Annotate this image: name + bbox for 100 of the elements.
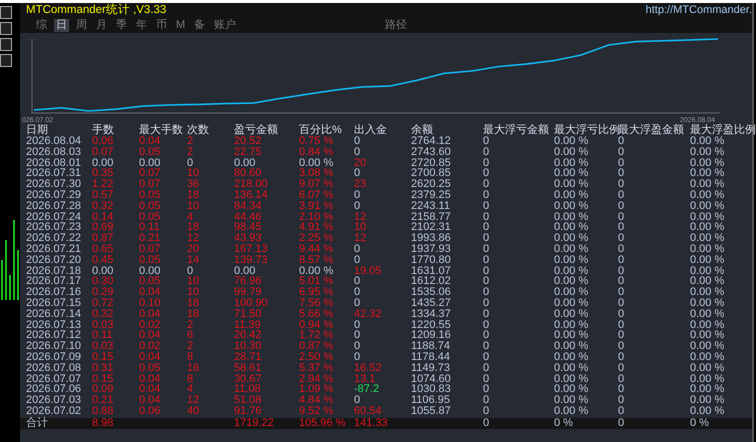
table-cell-text: 2026.08.03 xyxy=(26,146,82,158)
table-cell-text: 0.00 % xyxy=(554,158,590,168)
toolbar-icon[interactable] xyxy=(0,6,12,19)
table-cell-text: 0.45 xyxy=(92,254,114,266)
table-cell-text: 0.00 % xyxy=(690,212,726,222)
column-header: 余额 xyxy=(411,125,434,136)
table-cell-text: 4 xyxy=(187,212,194,222)
table-cell-text: 0 xyxy=(483,190,490,201)
table-cell-text: 2026.08.04 xyxy=(26,136,82,147)
table-cell-text: 0.00 % xyxy=(690,395,726,406)
table-cell-text: 0 xyxy=(354,395,360,406)
table-cell-text: 11.39 xyxy=(234,320,262,330)
table-cell-text: 2026.07.15 xyxy=(26,298,82,309)
table-cell-text: 2720.85 xyxy=(411,158,452,168)
tab[interactable]: 日 xyxy=(54,18,69,32)
website-link[interactable]: http://MTCommander. xyxy=(646,3,752,17)
table-cell-text: 0.00 % xyxy=(299,266,334,276)
table-cell-text: 0.00 % xyxy=(690,233,726,244)
table-cell-text: 9.44 % xyxy=(299,244,334,255)
table-cell-text: 0.05 xyxy=(139,146,162,158)
table-cell-text: 0 xyxy=(618,330,626,342)
column-header: 日期 xyxy=(26,125,49,136)
table-cell-text: 0.04 xyxy=(139,374,162,384)
table-cell-text: 1055.87 xyxy=(411,406,452,417)
table-cell-text: 0.00 xyxy=(92,266,114,276)
table-cell-text: 42.32 xyxy=(354,308,383,320)
table-cell-text: 0 xyxy=(483,244,490,255)
toolbar-icon[interactable] xyxy=(0,38,12,51)
table-cell-text: 0.06 xyxy=(139,406,162,417)
toolbar-icon[interactable] xyxy=(0,54,12,67)
table-cell-text: 0.00 % xyxy=(690,222,726,234)
tab[interactable]: 账户 xyxy=(212,18,238,32)
table-cell-text: 0 xyxy=(354,254,362,266)
table-cell-text: 0 xyxy=(483,384,490,396)
table-cell-text: 0.00 % xyxy=(554,395,590,406)
table-cell-text: 1.09 % xyxy=(299,384,334,396)
table-cell-text: 0 xyxy=(354,136,362,147)
table-cell-text: 8 xyxy=(187,374,194,384)
table-cell-text: 0.04 xyxy=(139,330,162,342)
table-cell-text: 0.00 % xyxy=(554,308,590,320)
toolbar-icon[interactable] xyxy=(0,22,12,35)
tab[interactable]: 路径 xyxy=(383,18,410,32)
table-cell-text: 2026.07.23 xyxy=(26,222,82,234)
table-cell-text: 2.10 % xyxy=(299,212,334,222)
table-cell-text: 0.31 xyxy=(92,362,114,374)
table-cell-text: 0 xyxy=(483,179,490,190)
table-cell-text: 6.95 % xyxy=(299,287,334,298)
table-cell-text: 1220.55 xyxy=(411,320,452,330)
table-cell-text: 0.00 % xyxy=(690,136,726,147)
table-cell-text: 0.00 xyxy=(234,158,256,168)
table-cell-text: 0 xyxy=(483,308,490,320)
table-cell-text: 0.00 % xyxy=(554,244,590,255)
table-cell-text: 0 xyxy=(483,233,490,244)
table-cell-text: 1149.73 xyxy=(411,362,451,374)
table-cell-text: 4.84 % xyxy=(299,395,334,406)
tab[interactable]: 季 xyxy=(114,18,129,32)
tab[interactable]: 周 xyxy=(74,18,89,32)
table-cell-text: 0.02 xyxy=(139,341,162,352)
table-cell-text: 2 xyxy=(187,146,194,158)
table-cell-text: 1178.44 xyxy=(411,352,451,363)
table-cell-text: 2 xyxy=(187,136,194,147)
table-cell-text: 0.00 % xyxy=(554,233,590,244)
table-cell-text: 0 xyxy=(483,298,490,309)
table-cell-text: 0.21 xyxy=(139,233,162,244)
table-cell-text: 0 xyxy=(483,418,490,429)
tab[interactable]: 备 xyxy=(192,18,208,32)
table-cell-text: 0 xyxy=(483,395,490,406)
tab[interactable]: 币 xyxy=(154,18,169,32)
table-cell-text: 0.00 % xyxy=(554,136,590,147)
table-cell-text: 2026.07.13 xyxy=(26,320,82,330)
table-cell-text: 0.88 xyxy=(92,406,114,417)
table-cell-text: 0.00 % xyxy=(690,158,726,168)
table-cell-text: 2026.07.29 xyxy=(26,190,82,201)
table-cell-text: 2102.31 xyxy=(411,222,452,234)
tab[interactable]: 年 xyxy=(134,18,149,32)
table-cell-text: 0 xyxy=(354,200,362,212)
table-cell-text: 0 xyxy=(618,276,626,288)
table-cell-text: 2026.07.02 xyxy=(26,406,82,417)
table-cell-text: 1106.95 xyxy=(411,395,450,406)
table-cell-text: 0.06 xyxy=(92,136,114,147)
table-cell-text: 1334.37 xyxy=(411,308,452,320)
tab[interactable]: M xyxy=(174,18,188,32)
table-cell-text: 4 xyxy=(187,384,194,396)
table-cell-text: 12 xyxy=(187,233,200,244)
table-cell-text: 0 % xyxy=(554,418,574,429)
table-cell-text: 2026.07.21 xyxy=(26,244,82,255)
table-cell-text: 0 xyxy=(618,212,626,222)
table-cell-text: 0.00 xyxy=(139,266,162,276)
table-cell-text: 0.09 xyxy=(92,384,114,396)
column-header: 出入金 xyxy=(354,125,388,136)
tab[interactable]: 月 xyxy=(94,18,109,32)
table-cell-text: 10 xyxy=(187,287,200,298)
table-cell-text: 1993.86 xyxy=(411,233,452,244)
table-cell-text: 2764.12 xyxy=(411,136,452,147)
tab[interactable]: 综 xyxy=(34,18,49,32)
table-cell-text: 3.08 % xyxy=(299,168,334,180)
table-cell-text: 167.13 xyxy=(234,244,269,255)
table-cell-text: 0.04 xyxy=(139,308,162,320)
table-cell-text: 0.00 % xyxy=(554,287,590,298)
table-cell-text: 0 xyxy=(618,158,626,168)
